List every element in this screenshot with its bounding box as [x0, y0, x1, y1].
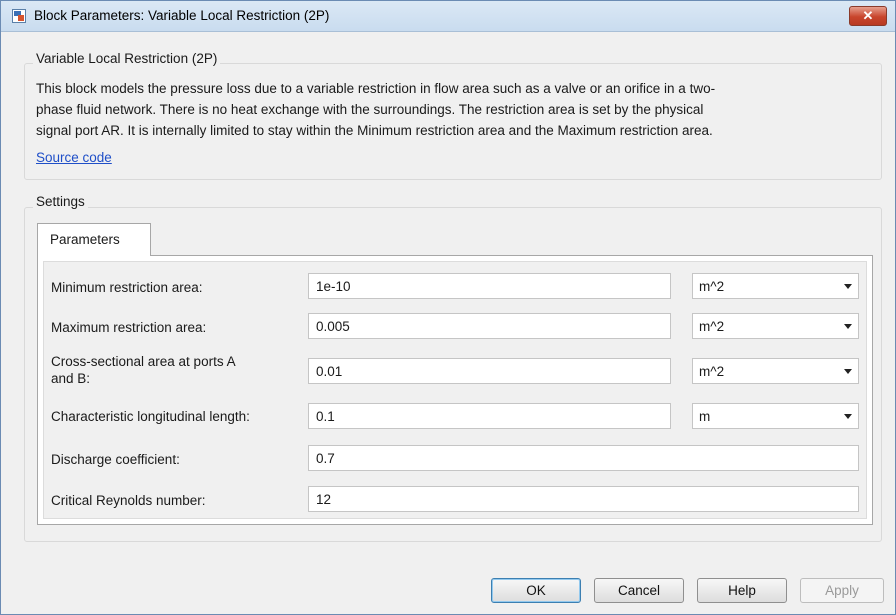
source-code-link[interactable]: Source code [36, 150, 112, 165]
title-bar[interactable]: Block Parameters: Variable Local Restric… [1, 1, 895, 32]
apply-button[interactable]: Apply [800, 578, 884, 603]
unit-value: m [699, 409, 711, 424]
characteristic-length-label: Characteristic longitudinal length: [51, 409, 250, 424]
description-line: signal port AR. It is internally limited… [36, 123, 713, 138]
chevron-down-icon [844, 369, 852, 374]
chevron-down-icon [844, 284, 852, 289]
characteristic-length-input[interactable] [308, 403, 671, 429]
window-title: Block Parameters: Variable Local Restric… [34, 8, 330, 23]
dialog-window: Block Parameters: Variable Local Restric… [0, 0, 896, 615]
maximum-restriction-area-label: Maximum restriction area: [51, 320, 207, 335]
close-icon: ✕ [862, 8, 874, 23]
tab-parameters[interactable]: Parameters [37, 223, 151, 256]
critical-reynolds-number-input[interactable] [308, 486, 859, 512]
description-line: This block models the pressure loss due … [36, 81, 716, 96]
unit-value: m^2 [699, 319, 725, 334]
chevron-down-icon [844, 324, 852, 329]
simulink-block-icon [12, 9, 26, 23]
close-button[interactable]: ✕ [849, 6, 887, 26]
description-group-label: Variable Local Restriction (2P) [33, 51, 221, 66]
characteristic-length-unit-select[interactable]: m [692, 403, 859, 429]
block-description: This block models the pressure loss due … [36, 78, 886, 141]
discharge-coefficient-input[interactable] [308, 445, 859, 471]
minimum-restriction-area-unit-select[interactable]: m^2 [692, 273, 859, 299]
minimum-restriction-area-input[interactable] [308, 273, 671, 299]
parameters-container [43, 261, 867, 519]
tab-label: Parameters [50, 232, 120, 247]
chevron-down-icon [844, 414, 852, 419]
unit-value: m^2 [699, 279, 725, 294]
description-line: phase fluid network. There is no heat ex… [36, 102, 704, 117]
ok-button[interactable]: OK [491, 578, 581, 603]
maximum-restriction-area-input[interactable] [308, 313, 671, 339]
critical-reynolds-number-label: Critical Reynolds number: [51, 493, 206, 508]
label-line: Cross-sectional area at ports A [51, 354, 236, 369]
cancel-button[interactable]: Cancel [594, 578, 684, 603]
cross-sectional-area-unit-select[interactable]: m^2 [692, 358, 859, 384]
settings-group-label: Settings [33, 194, 88, 209]
minimum-restriction-area-label: Minimum restriction area: [51, 280, 203, 295]
unit-value: m^2 [699, 364, 725, 379]
maximum-restriction-area-unit-select[interactable]: m^2 [692, 313, 859, 339]
cross-sectional-area-input[interactable] [308, 358, 671, 384]
cross-sectional-area-label: Cross-sectional area at ports A and B: [51, 353, 236, 387]
help-button[interactable]: Help [697, 578, 787, 603]
label-line: and B: [51, 371, 91, 386]
discharge-coefficient-label: Discharge coefficient: [51, 452, 180, 467]
